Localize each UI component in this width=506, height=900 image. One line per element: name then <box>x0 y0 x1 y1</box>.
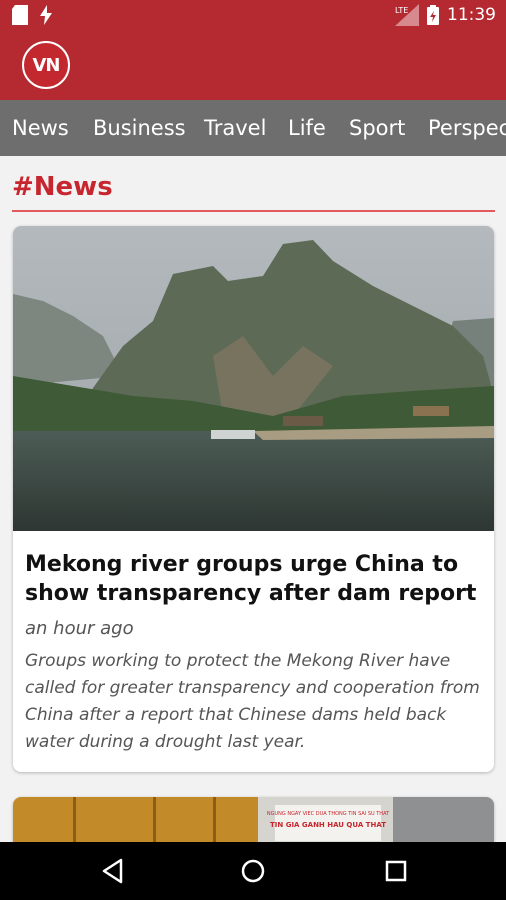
tab-business[interactable]: Business <box>93 116 186 140</box>
tab-news[interactable]: News <box>12 116 69 140</box>
category-tabs: News Business Travel Life Sport Perspect… <box>0 100 506 156</box>
article-summary: Groups working to protect the Mekong Riv… <box>25 651 480 752</box>
system-nav-bar <box>0 842 506 900</box>
clock: 11:39 <box>447 5 496 25</box>
app-logo[interactable]: VN <box>22 41 70 89</box>
article-image[interactable] <box>13 226 494 531</box>
section-divider <box>12 210 495 212</box>
tab-perspectives[interactable]: Perspectives <box>428 116 506 140</box>
article-timestamp: an hour ago <box>25 618 134 639</box>
signal-icon: LTE <box>395 4 419 26</box>
section-title: #News <box>12 172 113 202</box>
article-title[interactable]: Mekong river groups urge China to show t… <box>25 550 485 608</box>
recents-icon[interactable] <box>382 857 410 885</box>
status-bar: LTE 11:39 <box>0 0 506 32</box>
tab-travel[interactable]: Travel <box>204 116 266 140</box>
network-label: LTE <box>395 6 408 15</box>
back-icon[interactable] <box>99 857 127 885</box>
sign-line-1: NGUNG NGAY VIEC DUA THONG TIN SAI SU THA… <box>267 811 390 817</box>
tab-sport[interactable]: Sport <box>349 116 405 140</box>
sign-line-2: TIN GIA GANH HAU QUA THAT <box>270 821 386 829</box>
home-icon[interactable] <box>239 857 267 885</box>
app-bar: VN <box>0 32 506 100</box>
tab-life[interactable]: Life <box>288 116 326 140</box>
sd-card-icon <box>12 5 28 25</box>
battery-icon <box>427 5 439 25</box>
flash-icon <box>40 5 52 25</box>
article-card[interactable]: Mekong river groups urge China to show t… <box>13 226 494 772</box>
